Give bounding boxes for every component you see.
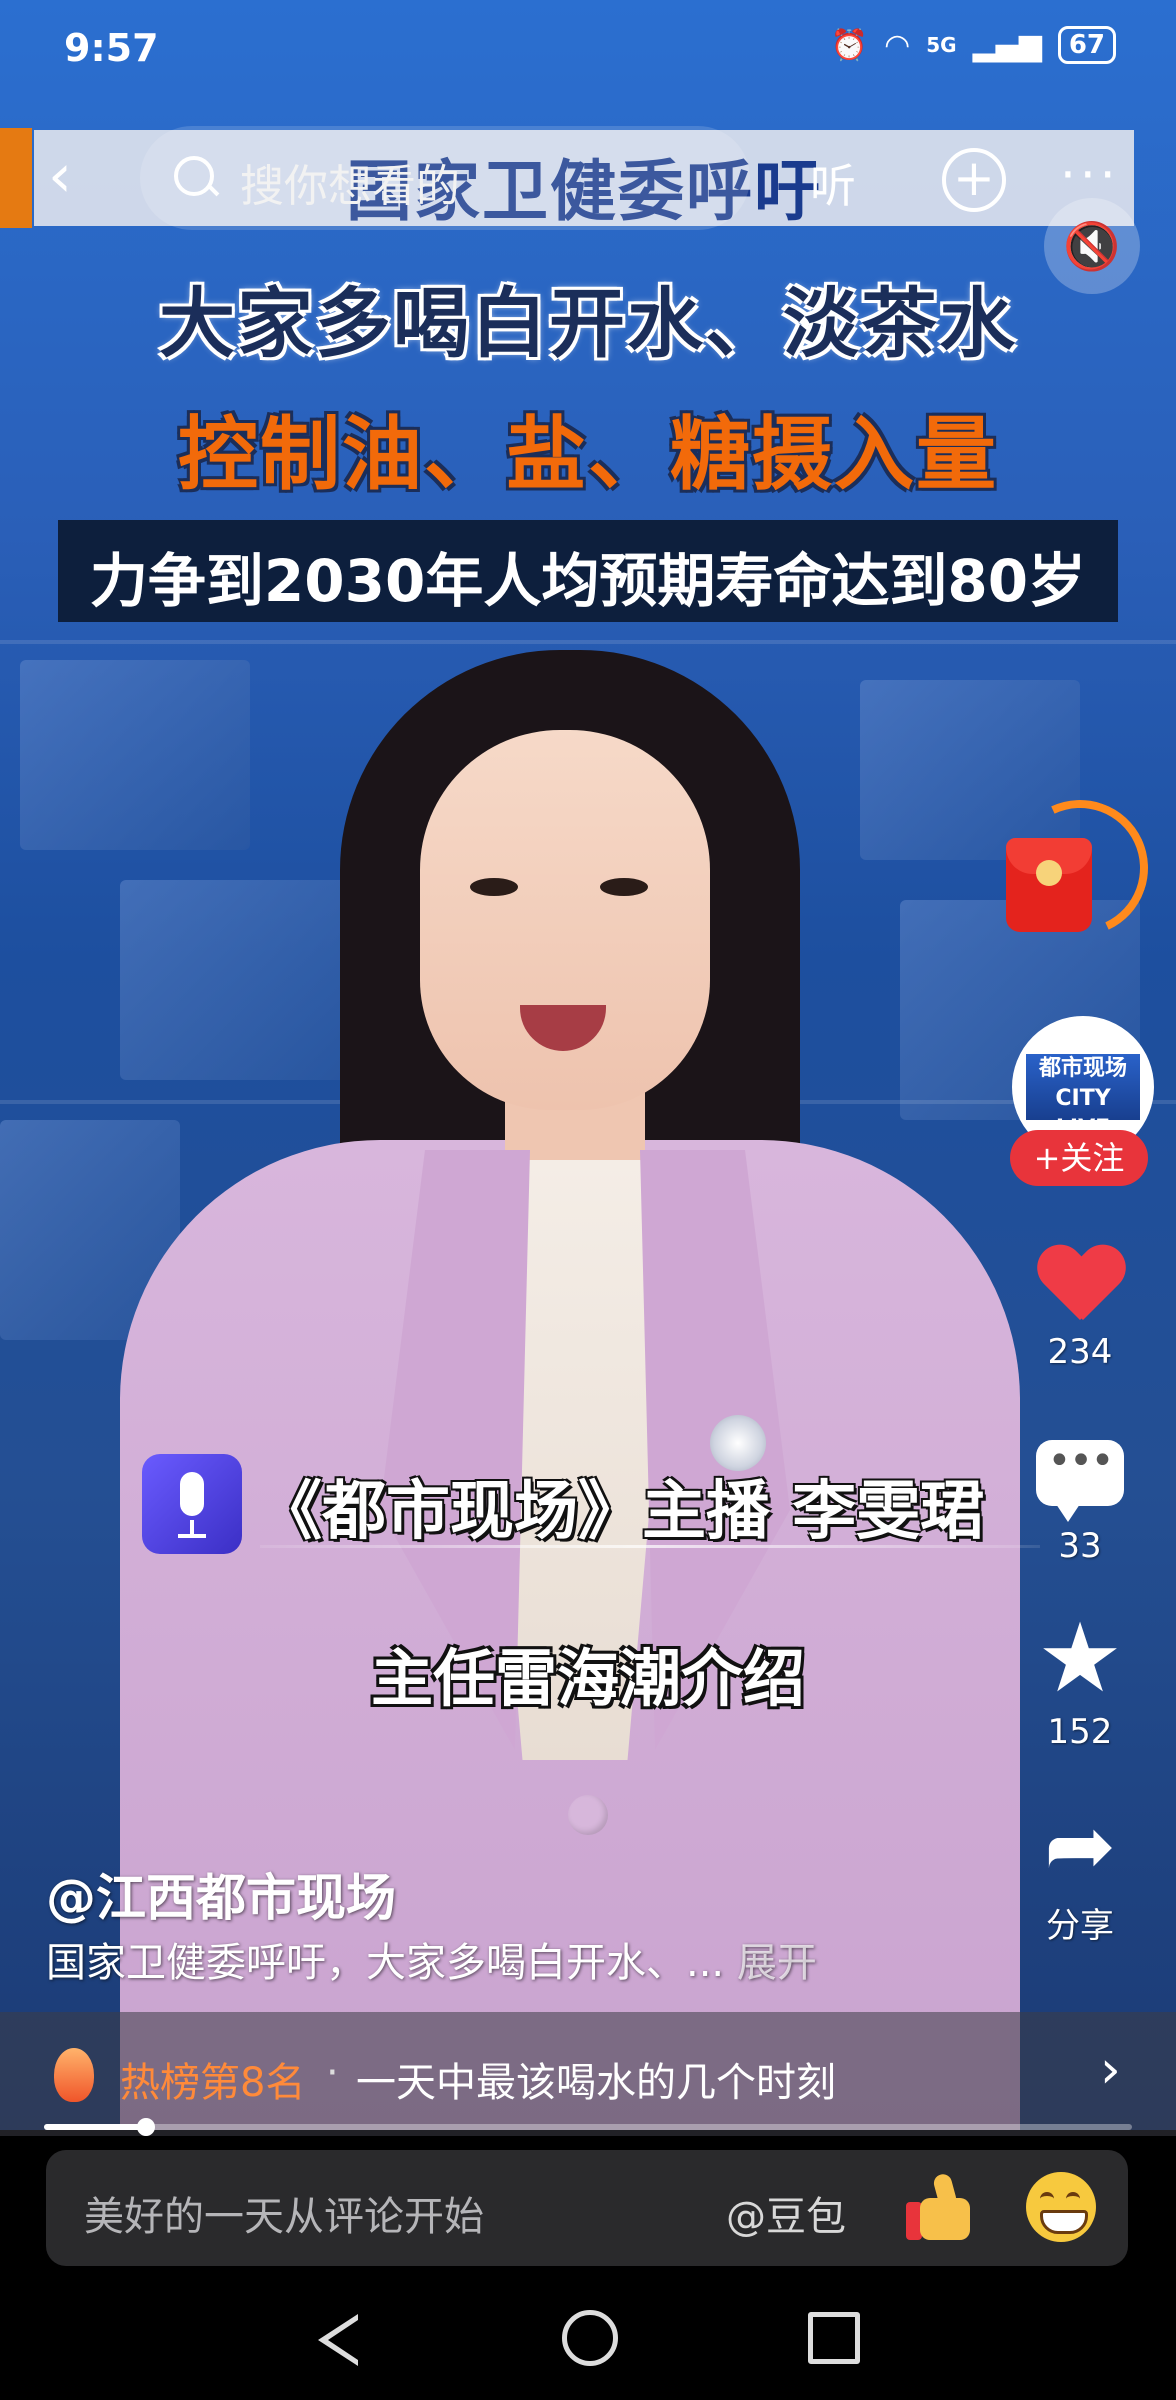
share-icon: ➦ <box>1043 1796 1117 1896</box>
favorite-button[interactable]: ★ 152 <box>1016 1610 1144 1752</box>
post-description[interactable]: 国家卫健委呼吁，大家多喝白开水、... 展开 <box>46 1930 817 1988</box>
audio-waveform <box>260 1545 1040 1548</box>
like-button[interactable]: 234 <box>1016 1246 1144 1372</box>
comment-icon: ••• <box>1036 1440 1124 1522</box>
description-text: 国家卫健委呼吁，大家多喝白开水、... <box>46 1940 725 1986</box>
listen-button[interactable]: 听 <box>810 150 856 216</box>
hot-separator: · <box>326 2050 339 2096</box>
top-bar: ‹ 搜你想看的 听 + ··· <box>0 126 1176 230</box>
caption-anchor-name: 《都市现场》主播 李雯珺 <box>258 1475 985 1549</box>
background-screen <box>120 880 360 1080</box>
alarm-icon: ⏰ <box>830 27 869 63</box>
more-icon[interactable]: ··· <box>1060 146 1120 204</box>
back-icon[interactable]: ‹ <box>48 146 104 208</box>
comment-count: 33 <box>1058 1526 1102 1566</box>
nav-home-icon[interactable] <box>562 2310 618 2366</box>
expand-link[interactable]: 展开 <box>737 1940 817 1986</box>
anchor-eye <box>600 878 648 896</box>
caption-subtitle: 主任雷海潮介绍 <box>370 1642 805 1715</box>
star-icon: ★ <box>1036 1602 1124 1714</box>
red-packet-icon[interactable] <box>1006 838 1092 932</box>
grin-emoji-icon[interactable] <box>1026 2172 1096 2242</box>
hot-title: 一天中最该喝水的几个时刻 <box>356 2060 836 2106</box>
network-label: 5G <box>926 33 957 57</box>
mute-icon[interactable]: 🔇 <box>1044 198 1140 294</box>
jacket-button <box>568 1795 608 1835</box>
headline-3: 力争到2030年人均预期寿命达到80岁 <box>89 547 1087 615</box>
chevron-right-icon: › <box>1100 2040 1121 2100</box>
fire-icon <box>54 2048 94 2102</box>
background-screen <box>20 660 250 850</box>
search-input[interactable]: 搜你想看的 <box>140 126 750 230</box>
thumbs-up-icon[interactable] <box>906 2172 976 2242</box>
background-line <box>0 640 1176 644</box>
hot-list-bar[interactable]: 热榜第8名 · 一天中最该喝水的几个时刻 › <box>0 2012 1176 2136</box>
system-nav-bar <box>0 2290 1176 2400</box>
comment-button[interactable]: ••• 33 <box>1016 1440 1144 1566</box>
heart-icon <box>1037 1246 1123 1326</box>
video-progress-bar[interactable] <box>44 2118 1132 2136</box>
wifi-icon: ◠ <box>884 27 911 63</box>
hot-rank: 热榜第8名 <box>120 2060 306 2106</box>
like-count: 234 <box>1047 1332 1113 1372</box>
search-icon <box>174 156 214 196</box>
anchor-eye <box>470 878 518 896</box>
search-placeholder: 搜你想看的 <box>240 161 460 212</box>
add-icon[interactable]: + <box>942 148 1006 212</box>
status-icons: ⏰ ◠ 5G ▂▄▆ 67 <box>831 26 1116 64</box>
share-label: 分享 <box>1046 1906 1114 1946</box>
progress-fill <box>44 2124 147 2130</box>
status-time: 9:57 <box>64 26 159 70</box>
share-button[interactable]: ➦ 分享 <box>1016 1800 1144 1947</box>
headline-1: 大家多喝白开水、淡茶水 <box>159 279 1017 368</box>
comment-input[interactable]: 美好的一天从评论开始 @豆包 <box>46 2150 1128 2266</box>
nav-back-icon[interactable] <box>318 2314 358 2366</box>
comment-placeholder: 美好的一天从评论开始 <box>84 2194 484 2240</box>
video-player[interactable]: 国家卫健委呼吁 大家多喝白开水、淡茶水 控制油、盐、糖摄入量 力争到2030年人… <box>0 0 1176 2130</box>
follow-button[interactable]: +关注 <box>1010 1130 1148 1186</box>
mention-button[interactable]: @豆包 <box>726 2184 846 2242</box>
author-name[interactable]: @江西都市现场 <box>46 1858 396 1930</box>
channel-logo: 都市现场 CITY LIVE <box>1026 1054 1140 1141</box>
anchor-face <box>420 730 710 1110</box>
battery-icon: 67 <box>1057 26 1116 64</box>
favorite-count: 152 <box>1047 1712 1113 1752</box>
headline-3-box: 力争到2030年人均预期寿命达到80岁 <box>58 520 1118 622</box>
signal-icon: ▂▄▆ <box>972 27 1042 63</box>
nav-recents-icon[interactable] <box>808 2312 860 2364</box>
headline-2: 控制油、盐、糖摄入量 <box>178 408 998 501</box>
microphone-icon <box>142 1454 242 1554</box>
status-bar: 9:57 ⏰ ◠ 5G ▂▄▆ 67 <box>0 0 1176 100</box>
